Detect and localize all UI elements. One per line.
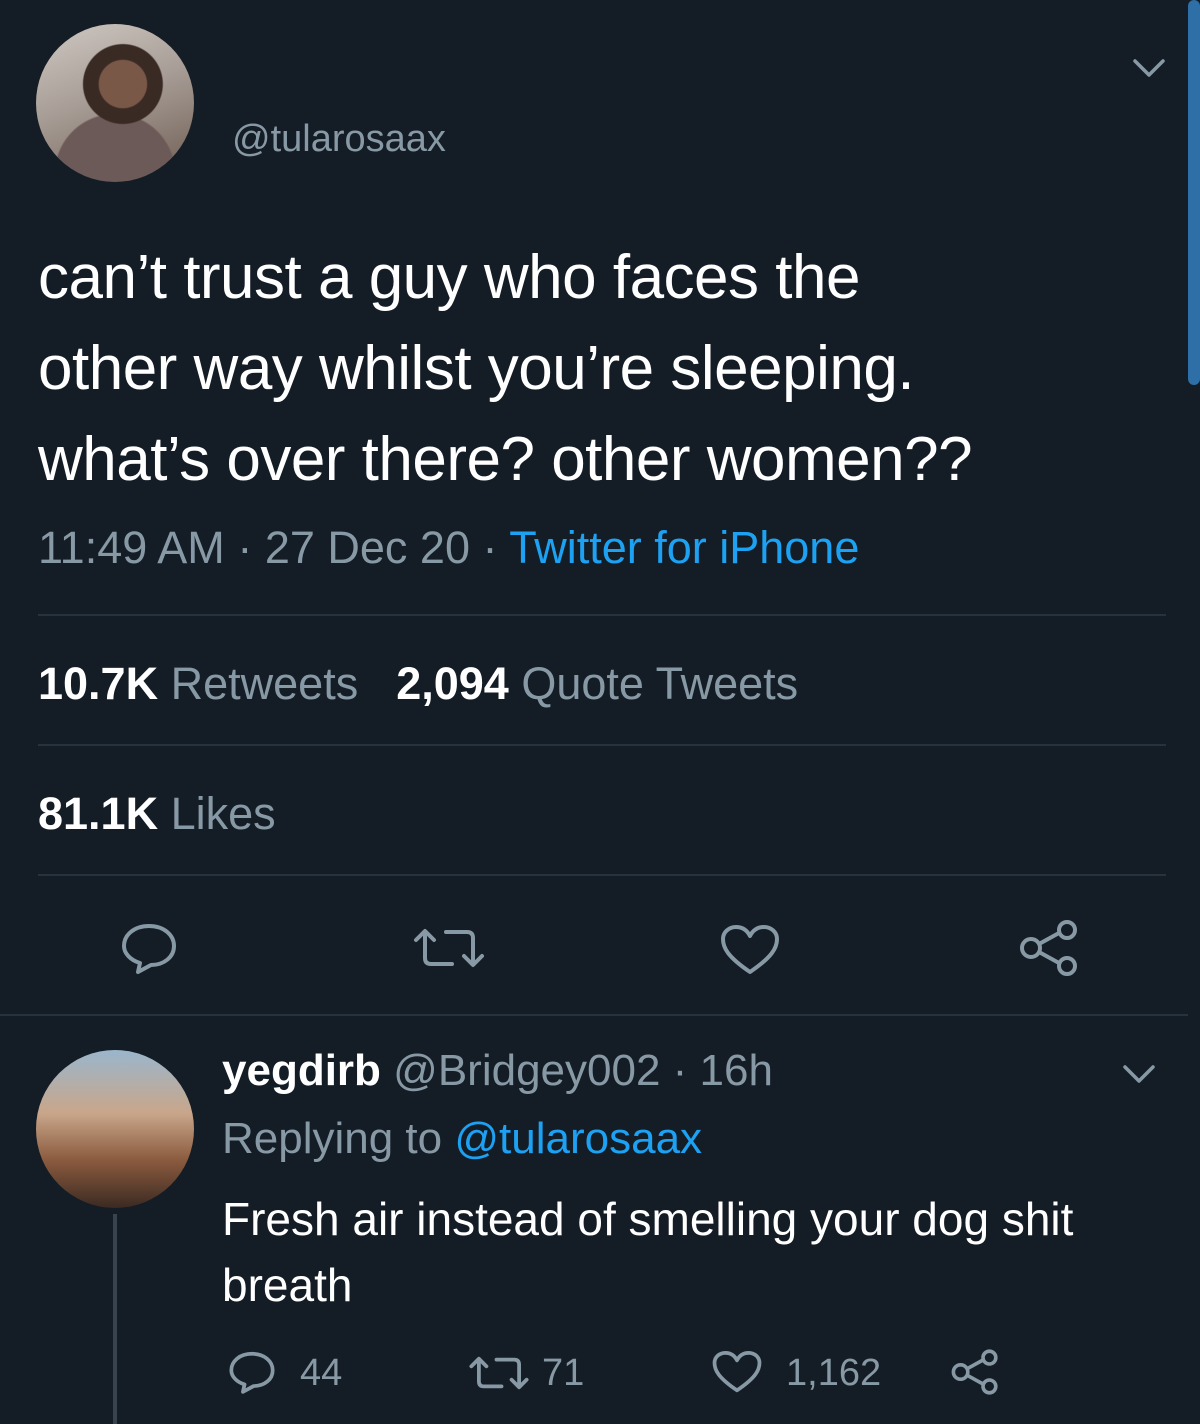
replying-to: Replying to @tularosaax [222,1114,702,1164]
quote-tweets-stat[interactable]: 2,094 Quote Tweets [396,658,798,709]
likes-count: 81.1K [38,788,159,839]
quote-tweets-count: 2,094 [396,658,509,709]
divider [38,874,1166,876]
chevron-down-icon[interactable] [1122,1062,1156,1086]
tweet-text-line: what’s over there? other women?? [38,425,973,494]
tweet-date[interactable]: 27 Dec 20 [265,522,470,573]
divider [38,744,1166,746]
reply-icon[interactable] [120,922,178,974]
retweets-count: 10.7K [38,658,159,709]
likes-label: Likes [170,788,276,839]
reply-text-line: breath [222,1259,353,1311]
heart-icon[interactable] [720,924,780,976]
likes-stat[interactable]: 81.1K Likes [38,788,276,840]
reply-icon[interactable] [228,1350,276,1394]
share-icon[interactable] [1018,918,1080,978]
reply-time[interactable]: 16h [700,1046,773,1095]
tweet-text-line: other way whilst you’re sleeping. [38,334,915,403]
reply-text-line: Fresh air instead of smelling your dog s… [222,1193,1074,1245]
retweet-count: 71 [542,1352,585,1394]
meta-separator: · [482,522,498,573]
heart-icon[interactable] [712,1350,762,1394]
tweet-detail-page: @tularosaax can’t trust a guy who faces … [0,0,1200,1424]
meta-separator: · [237,522,253,573]
divider [0,1014,1188,1016]
retweet-icon[interactable] [468,1354,530,1392]
engagement-stats: 10.7K Retweets 2,094 Quote Tweets [38,658,798,710]
reply-text: Fresh air instead of smelling your dog s… [222,1186,1182,1318]
reply-author-name[interactable]: yegdirb [222,1046,381,1095]
reply-header: yegdirb @Bridgey002 · 16h [222,1046,773,1096]
tweet-source-link[interactable]: Twitter for iPhone [509,522,859,573]
like-count: 1,162 [786,1352,882,1394]
share-icon[interactable] [950,1348,1000,1396]
replying-to-mention[interactable]: @tularosaax [454,1114,702,1163]
reply-author-avatar[interactable] [36,1050,194,1208]
retweets-stat[interactable]: 10.7K Retweets [38,658,358,709]
tweet-meta: 11:49 AM · 27 Dec 20 · Twitter for iPhon… [38,522,859,574]
tweet-text-line: can’t trust a guy who faces the [38,243,860,312]
author-avatar[interactable] [36,24,194,182]
meta-separator: · [672,1046,688,1095]
retweet-icon[interactable] [412,926,486,970]
divider [38,614,1166,616]
tweet-time[interactable]: 11:49 AM [38,522,225,573]
chevron-down-icon[interactable] [1132,56,1166,80]
tweet-text: can’t trust a guy who faces the other wa… [38,232,1168,505]
quote-tweets-label: Quote Tweets [521,658,799,709]
reply-author-handle[interactable]: @Bridgey002 [393,1046,660,1095]
scrollbar[interactable] [1188,0,1200,385]
replying-to-label: Replying to [222,1114,443,1163]
thread-line [113,1214,117,1424]
retweets-label: Retweets [170,658,359,709]
reply-count: 44 [300,1352,343,1394]
author-handle[interactable]: @tularosaax [232,118,446,161]
